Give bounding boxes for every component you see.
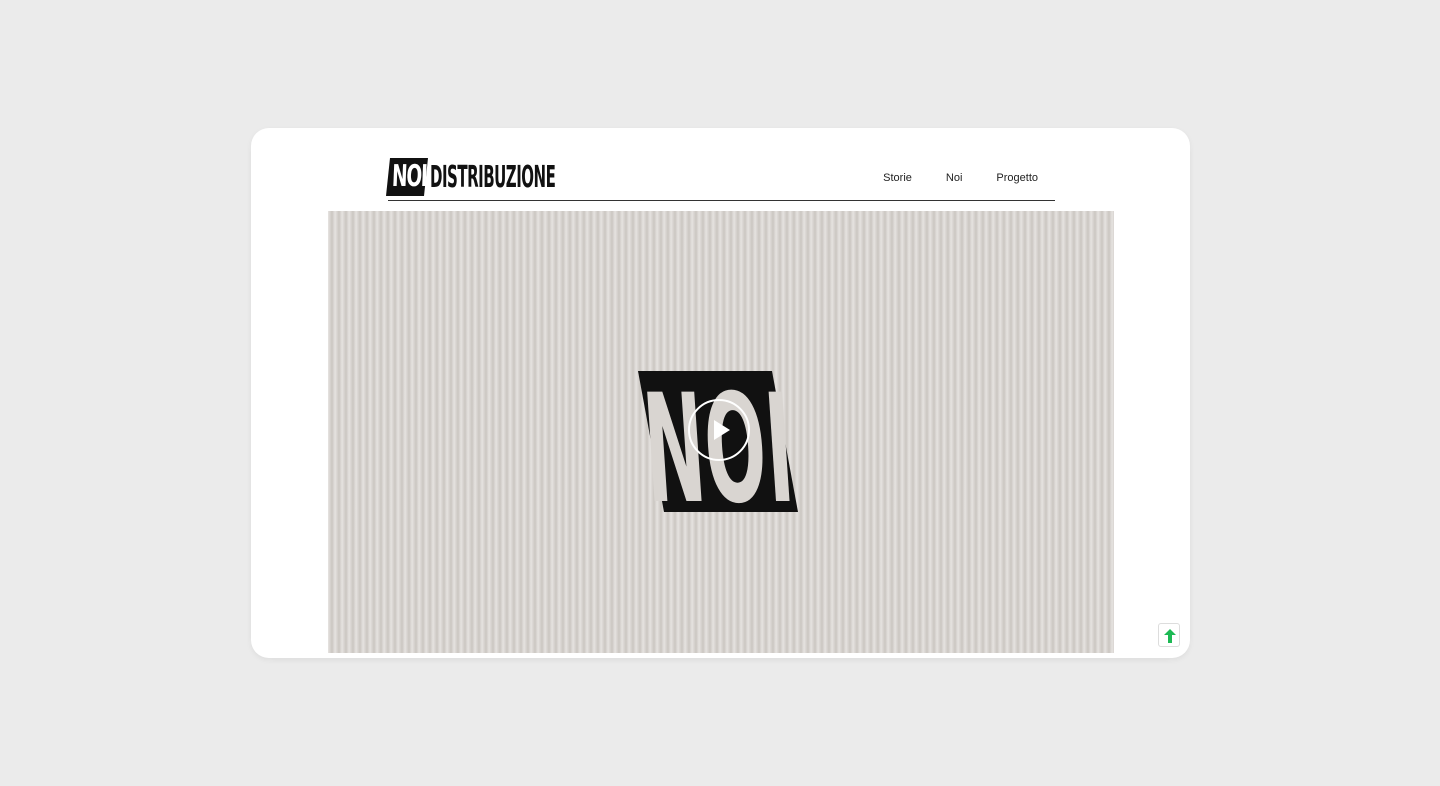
play-icon: [714, 420, 730, 440]
logo-badge-text: NOI: [391, 159, 428, 194]
nav-item-progetto[interactable]: Progetto: [996, 172, 1038, 184]
browser-window: NOI DISTRIBUZIONE Storie Noi Progetto NO…: [251, 128, 1190, 658]
site-header: NOI DISTRIBUZIONE Storie Noi Progetto: [386, 156, 1055, 201]
play-button[interactable]: [688, 399, 750, 461]
scroll-to-top-button[interactable]: [1158, 623, 1180, 647]
site-logo[interactable]: NOI DISTRIBUZIONE: [386, 156, 681, 198]
logo-badge: NOI: [386, 158, 428, 196]
nav-item-noi[interactable]: Noi: [946, 172, 963, 184]
arrow-up-icon: [1164, 629, 1176, 643]
hero-video[interactable]: NOI: [328, 211, 1114, 653]
nav-item-storie[interactable]: Storie: [883, 172, 912, 184]
logo-wordmark: DISTRIBUZIONE: [430, 159, 556, 195]
main-nav: Storie Noi Progetto: [883, 172, 1038, 184]
